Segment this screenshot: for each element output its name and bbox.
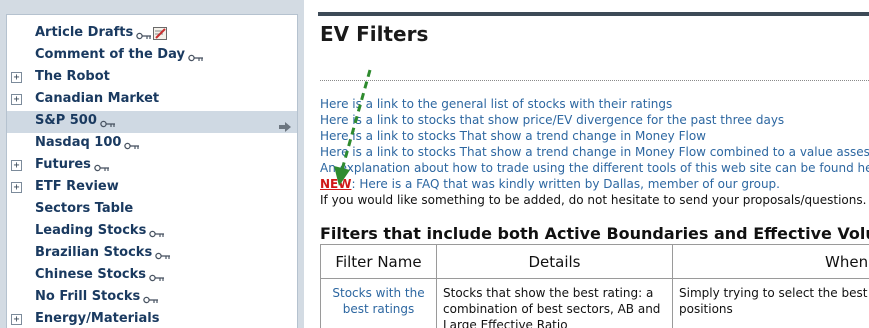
link-price-ev-divergence[interactable]: Here is a link to stocks that show price… (320, 112, 869, 128)
sidebar-item-text: No Frill Stocks (35, 289, 141, 304)
sidebar-item-energy-materials[interactable]: + Energy/Materials (7, 309, 297, 328)
expand-plus-icon[interactable]: + (11, 314, 22, 325)
sidebar-item-the-robot[interactable]: + The Robot (7, 67, 297, 89)
key-icon (124, 139, 140, 149)
sidebar-item-text: Energy/Materials (35, 311, 160, 326)
sidebar-item-sectors-table[interactable]: Sectors Table (7, 199, 297, 221)
key-icon (136, 29, 152, 39)
sidebar-item-text: Sectors Table (35, 201, 134, 216)
sidebar-item-text: Nasdaq 100 (35, 135, 122, 150)
sidebar-item-text: Article Drafts (35, 25, 134, 40)
sidebar-item-etf-review[interactable]: + ETF Review (7, 177, 297, 199)
link-ratings-list[interactable]: Here is a link to the general list of st… (320, 96, 869, 112)
sidebar-item-label: Article Drafts (35, 25, 168, 40)
sidebar-item-label: S&P 500 (35, 113, 116, 128)
sidebar-item-label: ETF Review (35, 179, 119, 194)
sidebar-item-brazilian-stocks[interactable]: Brazilian Stocks (7, 243, 297, 265)
column-header-details: Details (436, 244, 673, 279)
filters-table: Filter Name Details When Stocks with the… (320, 244, 869, 328)
faq-link-text[interactable]: : Here is a FAQ that was kindly written … (351, 177, 780, 191)
key-icon (188, 51, 204, 61)
expand-plus-icon[interactable]: + (11, 94, 22, 105)
sidebar-item-label: Chinese Stocks (35, 267, 165, 282)
sidebar-item-comment-of-the-day[interactable]: Comment of the Day (7, 45, 297, 67)
sidebar-item-text: S&P 500 (35, 113, 97, 128)
sidebar-item-label: Nasdaq 100 (35, 135, 140, 150)
page-title: EV Filters (320, 22, 429, 46)
column-header-filter-name: Filter Name (320, 244, 437, 279)
sidebar-item-text: ETF Review (35, 179, 119, 194)
link-money-flow-value[interactable]: Here is a link to stocks That show a tre… (320, 144, 869, 160)
expand-plus-icon[interactable]: + (11, 182, 22, 193)
link-text[interactable]: Here is a link to stocks That show a tre… (320, 129, 706, 143)
expand-plus-icon[interactable]: + (11, 160, 22, 171)
column-header-when: When (672, 244, 869, 279)
sidebar-item-label: Leading Stocks (35, 223, 165, 238)
link-text[interactable]: Here is a link to stocks that show price… (320, 113, 784, 127)
link-money-flow-trend[interactable]: Here is a link to stocks That show a tre… (320, 128, 869, 144)
sidebar-item-no-frill-stocks[interactable]: No Frill Stocks (7, 287, 297, 309)
note-icon (153, 27, 168, 40)
header-bar (318, 12, 869, 16)
sidebar-item-futures[interactable]: + Futures (7, 155, 297, 177)
sidebar-item-text: Canadian Market (35, 91, 160, 106)
filters-table-wrapper: Filter Name Details When Stocks with the… (320, 244, 869, 328)
link-trading-explanation[interactable]: An explanation about how to trade using … (320, 160, 869, 176)
sidebar-item-text: Chinese Stocks (35, 267, 147, 282)
contact-note: If you would like something to be added,… (320, 193, 867, 207)
link-text[interactable]: Here is a link to the general list of st… (320, 97, 672, 111)
sidebar-item-article-drafts[interactable]: Article Drafts (7, 23, 297, 45)
dotted-divider (320, 80, 869, 81)
new-badge[interactable]: NEW (320, 177, 351, 191)
link-text[interactable]: An explanation about how to trade using … (320, 161, 869, 175)
sidebar-item-label: Brazilian Stocks (35, 245, 171, 260)
sidebar-item-text: Futures (35, 157, 91, 172)
sidebar-item-nasdaq-100[interactable]: Nasdaq 100 (7, 133, 297, 155)
link-text[interactable]: Here is a link to stocks That show a tre… (320, 145, 869, 159)
key-icon (149, 271, 165, 281)
table-header-row: Filter Name Details When (320, 244, 869, 279)
filter-details-cell: Stocks that show the best rating: a comb… (436, 278, 673, 328)
link-faq[interactable]: NEW: Here is a FAQ that was kindly writt… (320, 176, 869, 192)
sidebar-item-leading-stocks[interactable]: Leading Stocks (7, 221, 297, 243)
key-icon (100, 117, 116, 127)
sidebar-item-label: No Frill Stocks (35, 289, 159, 304)
sidebar-item-text: The Robot (35, 69, 110, 84)
key-icon (143, 293, 159, 303)
sidebar-item-chinese-stocks[interactable]: Chinese Stocks (7, 265, 297, 287)
sidebar-item-canadian-market[interactable]: + Canadian Market (7, 89, 297, 111)
arrow-right-icon (279, 117, 291, 132)
key-icon (94, 161, 110, 171)
table-row: Stocks with the best ratings Stocks that… (320, 278, 869, 328)
section-title: Filters that include both Active Boundar… (320, 224, 869, 243)
expand-plus-icon[interactable]: + (11, 72, 22, 83)
key-icon (149, 227, 165, 237)
sidebar-item-label: Canadian Market (35, 91, 159, 106)
sidebar-item-text: Brazilian Stocks (35, 245, 153, 260)
sidebar-item-text: Leading Stocks (35, 223, 147, 238)
sidebar-item-label: Sectors Table (35, 201, 133, 216)
sidebar-item-s-p-500[interactable]: S&P 500 (7, 111, 297, 133)
sidebar-item-label: Futures (35, 157, 110, 172)
sidebar-item-label: Energy/Materials (35, 311, 159, 326)
sidebar-nav: Article Drafts Comment of the Day + The Rob… (6, 14, 298, 328)
filter-when-cell: Simply trying to select the best a for l… (672, 278, 869, 328)
sidebar-item-label: The Robot (35, 69, 110, 84)
sidebar-item-label: Comment of the Day (35, 47, 204, 62)
link-list: Here is a link to the general list of st… (320, 96, 869, 208)
key-icon (155, 249, 171, 259)
sidebar-item-text: Comment of the Day (35, 47, 185, 62)
filter-name-link[interactable]: Stocks with the best ratings (320, 278, 437, 328)
